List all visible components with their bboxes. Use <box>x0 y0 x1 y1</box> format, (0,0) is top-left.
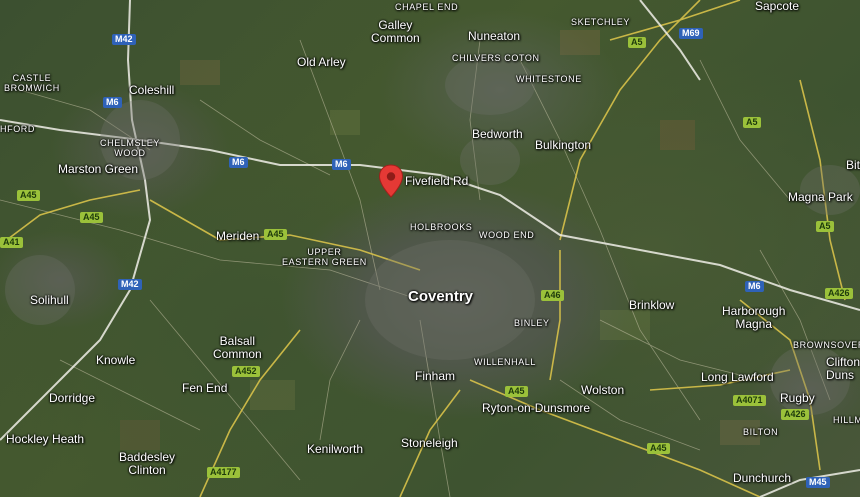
shield-m6-left: M6 <box>103 97 122 108</box>
shield-a45-left: A45 <box>17 190 40 201</box>
label-upper-eastern-green: UPPER EASTERN GREEN <box>282 247 367 267</box>
shield-a426-bottom: A426 <box>781 409 809 420</box>
label-sketchley: SKETCHLEY <box>571 17 630 27</box>
shield-m42-mid: M42 <box>118 279 142 290</box>
label-chilvers-coton: CHILVERS COTON <box>452 53 540 63</box>
label-binley: BINLEY <box>514 318 550 328</box>
shield-a45-meriden: A45 <box>264 229 287 240</box>
label-harborough-magna: Harborough Magna <box>722 304 786 331</box>
label-brownsover: BROWNSOVER <box>793 340 860 350</box>
satellite-map[interactable]: CHAPEL END Galley Common Nuneaton SKETCH… <box>0 0 860 497</box>
shield-m69: M69 <box>679 28 703 39</box>
shield-a41: A41 <box>0 237 23 248</box>
shield-m6-mid: M6 <box>332 159 351 170</box>
label-ryton: Ryton-on-Dunsmore <box>482 401 591 415</box>
label-willenhall: WILLENHALL <box>474 357 537 367</box>
label-bilton: BILTON <box>743 427 779 437</box>
label-fivefield-rd[interactable]: Fivefield Rd <box>405 175 468 188</box>
road-network <box>0 0 860 497</box>
shield-a46: A46 <box>541 290 564 301</box>
label-fen-end: Fen End <box>182 381 228 395</box>
label-bit: Bit <box>846 158 860 172</box>
label-chelmsley-wood: CHELMSLEY WOOD <box>100 138 160 158</box>
shield-m6-right: M6 <box>745 281 764 292</box>
label-dorridge: Dorridge <box>49 391 96 405</box>
label-ford: HFORD <box>0 124 35 134</box>
label-kenilworth: Kenilworth <box>307 442 364 456</box>
label-knowle: Knowle <box>96 353 136 367</box>
label-nuneaton: Nuneaton <box>468 29 521 43</box>
label-finham: Finham <box>415 369 456 383</box>
shield-a452: A452 <box>232 366 260 377</box>
label-sapcote: Sapcote <box>755 0 800 13</box>
label-balsall-common: Balsall Common <box>213 334 262 361</box>
shield-a4177: A4177 <box>207 467 240 478</box>
label-bedworth: Bedworth <box>472 127 523 141</box>
label-wood-end: WOOD END <box>479 230 535 240</box>
shield-a5-top: A5 <box>628 37 646 48</box>
shield-a5-right: A5 <box>743 117 761 128</box>
label-meriden: Meriden <box>216 229 260 243</box>
shield-a4071: A4071 <box>733 395 766 406</box>
shield-m42-top: M42 <box>112 34 136 45</box>
label-baddesley-clinton: Baddesley Clinton <box>119 450 176 477</box>
shield-a426-top: A426 <box>825 288 853 299</box>
shield-m45: M45 <box>806 477 830 488</box>
shield-m6-mid-left: M6 <box>229 157 248 168</box>
label-stoneleigh: Stoneleigh <box>401 436 458 450</box>
label-holbrooks: HOLBROOKS <box>410 222 473 232</box>
label-galley-common: Galley Common <box>371 18 420 45</box>
label-castle-bromwich: CASTLE BROMWICH <box>4 73 60 93</box>
shield-a45-left2: A45 <box>80 212 103 223</box>
shield-a5-far-right: A5 <box>816 221 834 232</box>
label-magna-park: Magna Park <box>788 190 853 204</box>
location-pin-icon[interactable] <box>378 164 404 198</box>
label-chapel-end: CHAPEL END <box>395 2 459 12</box>
label-clifton-dunsmore: Clifton Duns <box>826 355 860 382</box>
label-rugby: Rugby <box>780 391 815 405</box>
label-dunchurch: Dunchurch <box>733 471 792 485</box>
label-marston-green: Marston Green <box>58 162 139 176</box>
shield-a45-bottom: A45 <box>647 443 670 454</box>
label-bulkington: Bulkington <box>535 138 592 152</box>
label-old-arley: Old Arley <box>297 55 346 69</box>
label-whitestone: WHITESTONE <box>516 74 582 84</box>
shield-a45-ryton: A45 <box>505 386 528 397</box>
label-long-lawford: Long Lawford <box>701 370 774 384</box>
label-hillmorton: HILLM <box>833 415 860 425</box>
label-coventry: Coventry <box>408 288 474 305</box>
label-coleshill: Coleshill <box>129 83 175 97</box>
label-wolston: Wolston <box>581 383 625 397</box>
label-brinklow: Brinklow <box>629 298 675 312</box>
label-solihull: Solihull <box>30 293 69 307</box>
label-hockley-heath: Hockley Heath <box>6 432 85 446</box>
